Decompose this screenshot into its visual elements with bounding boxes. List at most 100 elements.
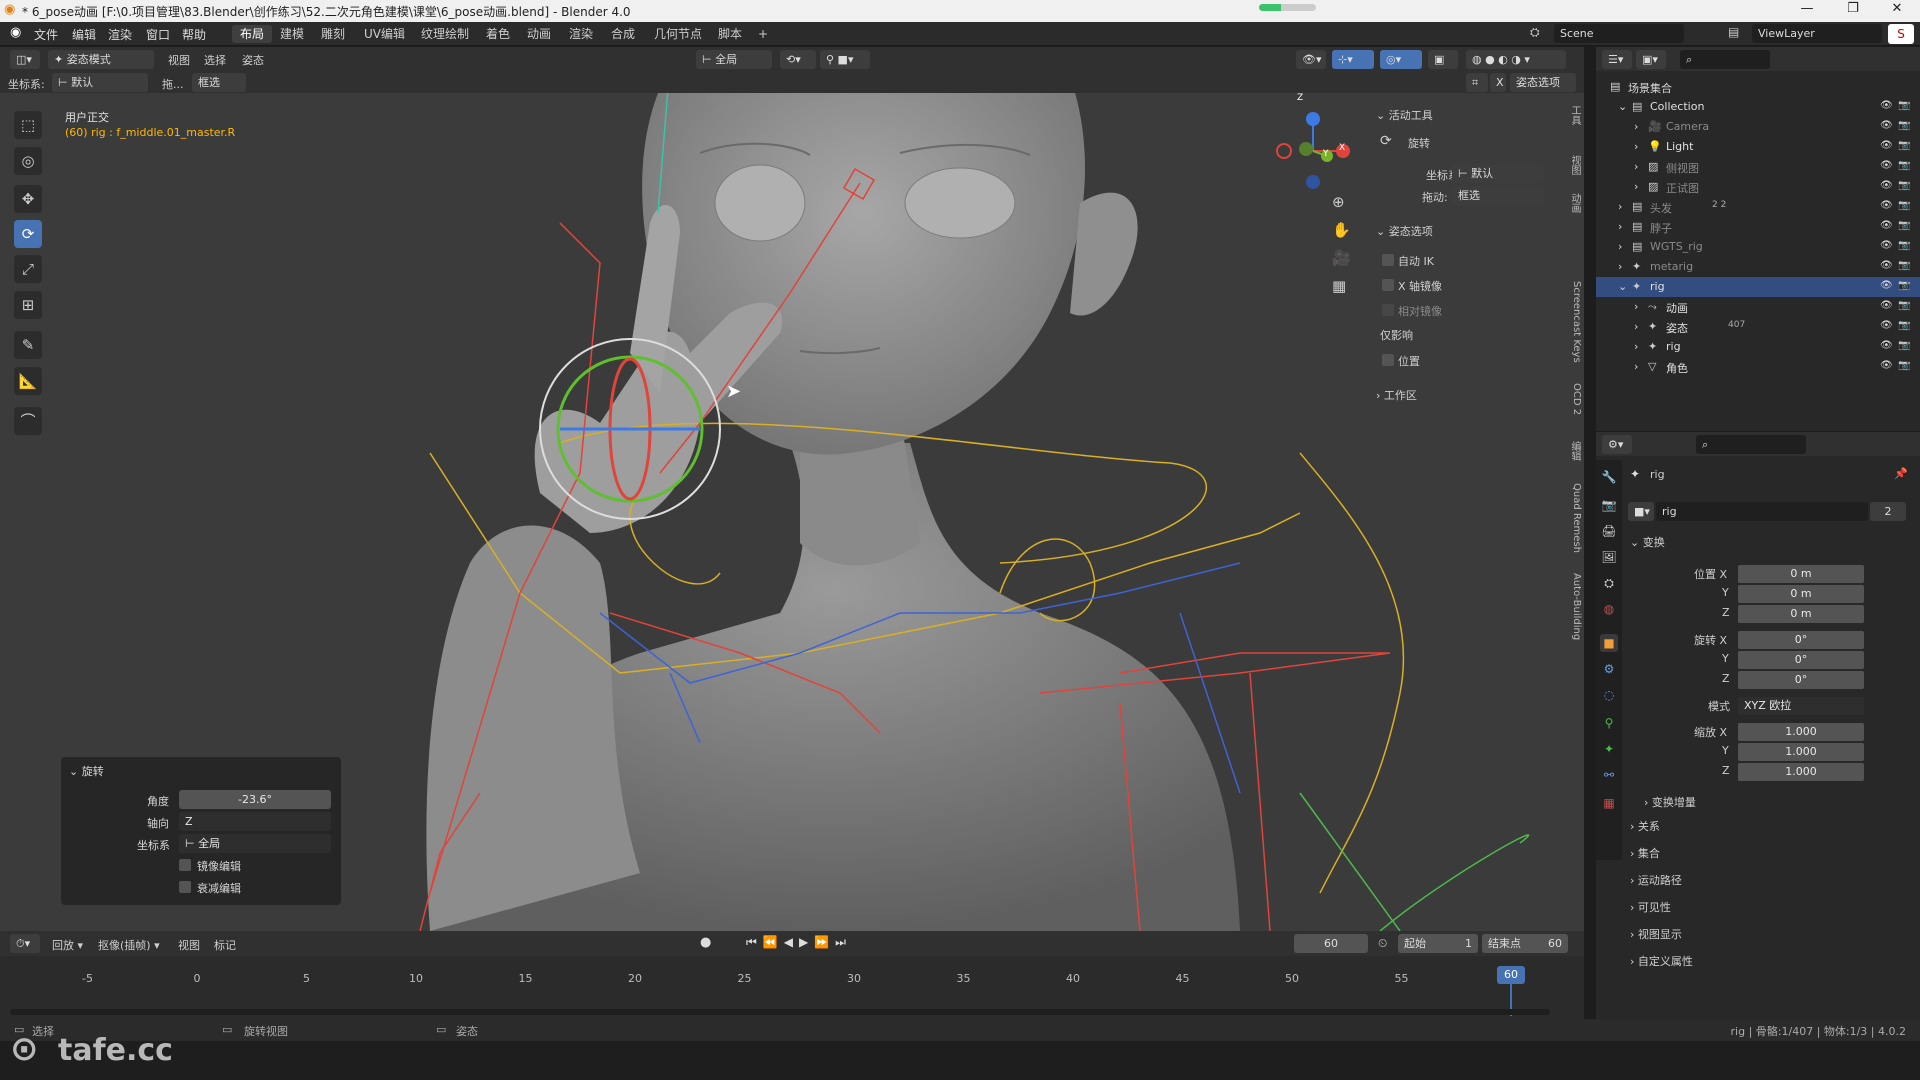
angle-field[interactable]: -23.6° — [179, 790, 331, 809]
physics-tab-icon[interactable]: ◌ — [1600, 686, 1618, 704]
render-camera-icon[interactable]: 📷 — [1898, 280, 1910, 291]
auto-ik-checkbox[interactable] — [1382, 254, 1394, 266]
outliner-row[interactable]: › ✦ 姿态 407 👁 📷 — [1596, 317, 1920, 337]
close-button[interactable]: ✕ — [1874, 1, 1920, 21]
scale-x-field[interactable]: 1.000 — [1738, 723, 1864, 741]
menu-render[interactable]: 渲染 — [108, 26, 132, 43]
world-tab-icon[interactable]: ◍ — [1600, 600, 1618, 618]
maximize-button[interactable]: ❐ — [1830, 1, 1876, 21]
outliner-row[interactable]: › 🎥 Camera 👁 📷 — [1596, 117, 1920, 137]
expand-arrow-icon[interactable]: › — [1634, 300, 1638, 313]
record-button-icon[interactable]: ● — [700, 935, 711, 950]
expand-arrow-icon[interactable]: › — [1634, 140, 1638, 153]
workspace-tab-shading[interactable]: 着色 — [478, 25, 518, 43]
expand-arrow-icon[interactable]: › — [1618, 220, 1622, 233]
view-layer-tab-icon[interactable]: 🖼 — [1600, 548, 1618, 566]
menu-keying[interactable]: 抠像(插帧) ▾ — [98, 937, 160, 953]
outliner-row[interactable]: › ▨ 正试图 👁 📷 — [1596, 177, 1920, 197]
workspace-header[interactable]: › 工作区 — [1376, 387, 1417, 403]
tab-edit[interactable]: 编辑 — [1564, 441, 1582, 461]
render-camera-icon[interactable]: 📷 — [1898, 360, 1910, 371]
menu-view[interactable]: 视图 — [168, 52, 190, 68]
measure-tool[interactable]: 📐 — [14, 367, 42, 395]
playhead[interactable]: 60 — [1497, 966, 1525, 984]
expand-arrow-icon[interactable]: › — [1618, 260, 1622, 273]
render-camera-icon[interactable]: 📷 — [1898, 320, 1910, 331]
pose-options-button[interactable]: 姿态选项 — [1510, 73, 1576, 92]
menu-help[interactable]: 帮助 — [182, 26, 206, 43]
minimize-button[interactable]: — — [1784, 1, 1830, 21]
workspace-tab-modeling[interactable]: 建模 — [272, 25, 312, 43]
tab-ocd[interactable]: OCD 2 — [1564, 383, 1582, 415]
expand-arrow-icon[interactable]: ⌄ — [1618, 280, 1627, 293]
properties-editor-type-icon[interactable]: ⚙▾ — [1602, 435, 1632, 454]
viewlayer-selector[interactable]: ViewLayer — [1752, 24, 1882, 43]
tab-animation[interactable]: 动画 — [1564, 193, 1582, 213]
outliner-row[interactable]: › ✦ rig 👁 📷 — [1596, 337, 1920, 357]
menu-marker[interactable]: 标记 — [214, 937, 236, 953]
viewport-display-section[interactable]: › 视图显示 — [1630, 924, 1914, 946]
snap-toggle[interactable]: ⚲ ■▾ — [820, 50, 870, 69]
outliner-row[interactable]: › ▤ 脖子 👁 📷 — [1596, 217, 1920, 237]
location-checkbox[interactable] — [1382, 354, 1394, 366]
menu-view[interactable]: 视图 — [178, 937, 200, 953]
pin-icon[interactable]: 📌 — [1894, 467, 1908, 480]
operator-title[interactable]: ⌄ 旋转 — [69, 763, 104, 779]
pivot-selector[interactable]: ⟲▾ — [780, 50, 816, 69]
expand-arrow-icon[interactable]: › — [1634, 120, 1638, 133]
zoom-icon[interactable]: ⊕ — [1332, 193, 1345, 211]
transform-tool[interactable]: ⊞ — [14, 291, 42, 319]
ime-icon[interactable]: S — [1888, 24, 1914, 44]
menu-file[interactable]: 文件 — [34, 26, 58, 43]
motion-paths-section[interactable]: › 运动路径 — [1630, 870, 1914, 892]
render-tab-icon[interactable]: 📷 — [1600, 496, 1618, 514]
pose-options-header[interactable]: ⌄ 姿态选项 — [1376, 223, 1433, 239]
scene-tab-icon[interactable]: ⛭ — [1600, 574, 1618, 592]
tab-auto-building[interactable]: Auto-Building — [1564, 573, 1582, 640]
tab-quad-remesh[interactable]: Quad Remesh — [1564, 483, 1582, 553]
collections-section[interactable]: › 集合 — [1630, 843, 1914, 865]
render-camera-icon[interactable]: 📷 — [1898, 140, 1910, 151]
x-mirror-checkbox[interactable] — [1382, 279, 1394, 291]
start-frame-field[interactable]: 起始 1 — [1398, 934, 1478, 953]
render-camera-icon[interactable]: 📷 — [1898, 120, 1910, 131]
x-mirror-button[interactable]: X — [1490, 73, 1506, 92]
outliner-row[interactable]: › ▽ 角色 👁 📷 — [1596, 357, 1920, 377]
cursor-tool[interactable]: ◎ — [14, 147, 42, 175]
visibility-eye-icon[interactable]: 👁 — [1880, 300, 1893, 311]
transform-header[interactable]: ⌄ 变换 — [1630, 532, 1914, 554]
select-box-tool[interactable]: ⬚ — [14, 111, 42, 139]
visibility-selector[interactable]: 👁▾ — [1296, 50, 1326, 69]
visibility-eye-icon[interactable]: 👁 — [1880, 200, 1893, 211]
custom-properties-section[interactable]: › 自定义属性 — [1630, 951, 1914, 973]
output-tab-icon[interactable]: 🖨 — [1600, 522, 1618, 540]
proportional-edit-checkbox[interactable] — [179, 881, 191, 893]
delta-transform-header[interactable]: › 变换增量 — [1644, 794, 1696, 810]
render-camera-icon[interactable]: 📷 — [1898, 200, 1910, 211]
visibility-eye-icon[interactable]: 👁 — [1880, 160, 1893, 171]
outliner-row[interactable]: › ▨ 侧视图 👁 📷 — [1596, 157, 1920, 177]
editor-type-icon[interactable]: ◫▾ — [10, 50, 40, 69]
visibility-eye-icon[interactable]: 👁 — [1880, 220, 1893, 231]
visibility-eye-icon[interactable]: 👁 — [1880, 360, 1893, 371]
workspace-tab-sculpting[interactable]: 雕刻 — [313, 25, 353, 43]
coord-selector[interactable]: ⊢ 默认 — [52, 73, 148, 92]
render-camera-icon[interactable]: 📷 — [1898, 300, 1910, 311]
visibility-eye-icon[interactable]: 👁 — [1880, 100, 1893, 111]
modifier-tab-icon[interactable]: ⚙ — [1600, 660, 1618, 678]
shading-mode-buttons[interactable]: ◍ ● ◐ ◑ ▾ — [1466, 50, 1566, 69]
drag-selector[interactable]: 框选 — [192, 73, 246, 92]
render-camera-icon[interactable]: 📷 — [1898, 340, 1910, 351]
mode-selector[interactable]: ✦ 姿态模式 — [48, 50, 154, 69]
ortho-grid-icon[interactable]: ▦ — [1332, 277, 1346, 295]
outliner-editor-type-icon[interactable]: ☰▾ — [1602, 50, 1632, 69]
visibility-eye-icon[interactable]: 👁 — [1880, 320, 1893, 331]
outliner-row[interactable]: ⌄ ▤ Collection 👁 📷 — [1596, 97, 1920, 117]
visibility-eye-icon[interactable]: 👁 — [1880, 180, 1893, 191]
workspace-tab-animation[interactable]: 动画 — [519, 25, 559, 43]
visibility-section[interactable]: › 可见性 — [1630, 897, 1914, 919]
orient-selector[interactable]: ⊢ 全局 — [179, 834, 331, 853]
datablock-browser[interactable]: ■▾ — [1628, 502, 1654, 521]
render-camera-icon[interactable]: 📷 — [1898, 220, 1910, 231]
location-x-field[interactable]: 0 m — [1738, 565, 1864, 583]
